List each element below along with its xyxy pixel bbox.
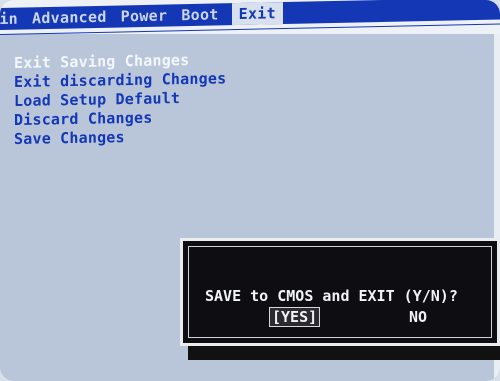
tab-advanced[interactable]: Advanced (25, 6, 114, 30)
dialog-prompt: SAVE to CMOS and EXIT (Y/N)? (205, 287, 458, 305)
bios-screen: ain Advanced Power Boot Exit Exit Saving… (0, 0, 500, 381)
tab-power[interactable]: Power (114, 4, 175, 27)
option-save-changes[interactable]: Save Changes (14, 126, 226, 149)
no-button[interactable]: NO (409, 308, 427, 326)
tab-main[interactable]: ain (0, 7, 25, 30)
tab-exit[interactable]: Exit (231, 2, 283, 26)
tab-boot[interactable]: Boot (174, 3, 225, 26)
exit-options-list: Exit Saving Changes Exit discarding Chan… (14, 50, 226, 149)
yes-button[interactable]: [YES] (269, 307, 321, 327)
option-exit-discarding-changes[interactable]: Exit discarding Changes (14, 69, 226, 92)
save-confirm-dialog: SAVE to CMOS and EXIT (Y/N)? [YES] NO (180, 238, 500, 346)
